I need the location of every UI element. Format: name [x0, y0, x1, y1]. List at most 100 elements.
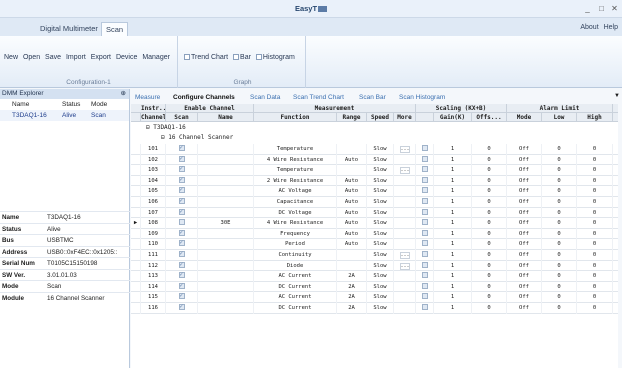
- scaling-checkbox[interactable]: [421, 208, 428, 215]
- export-button[interactable]: Export: [91, 54, 111, 61]
- more-options-button[interactable]: ...: [399, 146, 410, 153]
- bar-toggle[interactable]: Bar: [233, 54, 251, 61]
- more-cell: ...: [394, 250, 416, 261]
- cell-gain: 1: [434, 271, 472, 282]
- save-button[interactable]: Save: [45, 54, 61, 61]
- tab-measure[interactable]: Measure: [135, 94, 160, 101]
- scaling-checkbox[interactable]: [421, 240, 428, 247]
- cell-offset: 0: [472, 228, 507, 240]
- more-options-button[interactable]: ...: [399, 262, 410, 270]
- cell-range: Auto: [337, 154, 367, 166]
- device-row[interactable]: T3DAQ1-16 Alive Scan: [0, 110, 129, 121]
- more-options-button[interactable]: ...: [399, 167, 410, 175]
- scaling-checkbox[interactable]: [421, 261, 428, 268]
- maximize-button[interactable]: □: [596, 3, 607, 14]
- scan-checkbox[interactable]: [178, 197, 185, 207]
- scan-checkbox[interactable]: [178, 208, 185, 217]
- tab-scan-data[interactable]: Scan Data: [250, 94, 280, 101]
- table-row[interactable]: 103TemperatureSlow...10Off00: [131, 165, 618, 176]
- scaling-checkbox[interactable]: [421, 145, 428, 151]
- help-link[interactable]: Help: [604, 24, 618, 31]
- pin-icon[interactable]: ⊕: [121, 89, 126, 99]
- scan-checkbox[interactable]: [178, 292, 185, 302]
- scan-checkbox[interactable]: [178, 271, 185, 281]
- scaling-checkbox[interactable]: [421, 166, 428, 173]
- about-link[interactable]: About: [580, 24, 598, 31]
- new-button[interactable]: New: [4, 54, 18, 61]
- property-row: Module 16 Channel Scanner: [0, 291, 130, 304]
- histogram-toggle[interactable]: Histogram: [255, 54, 295, 61]
- table-row[interactable]: 105AC VoltageAutoSlow10Off00: [131, 186, 618, 197]
- cell-low: 0: [542, 144, 577, 155]
- scan-checkbox[interactable]: [178, 229, 185, 238]
- table-row[interactable]: 101TemperatureSlow...10Off00: [131, 144, 618, 155]
- scan-checkbox[interactable]: [178, 303, 185, 313]
- table-row[interactable]: 1024 Wire ResistanceAutoSlow10Off00: [131, 154, 618, 166]
- cell-fn: Capacitance: [254, 197, 337, 208]
- scan-checkbox[interactable]: [178, 239, 185, 249]
- tab-digital-multimeter[interactable]: Digital Multimeter: [36, 22, 102, 36]
- scan-checkbox-cell: [166, 260, 198, 272]
- table-row[interactable]: 110PeriodAutoSlow10Off00: [131, 239, 618, 250]
- tab-scan-trend-chart[interactable]: Scan Trend Chart: [293, 94, 344, 101]
- tab-scan-histogram[interactable]: Scan Histogram: [399, 94, 445, 101]
- open-button[interactable]: Open: [23, 54, 40, 61]
- cell-name: [198, 175, 254, 187]
- tree-scanner-node[interactable]: ⊟ 16 Channel Scanner: [161, 133, 233, 143]
- scaling-checkbox[interactable]: [421, 282, 428, 289]
- trend-chart-toggle[interactable]: Trend Chart: [184, 54, 228, 61]
- cell-range: Auto: [337, 239, 367, 250]
- scan-checkbox[interactable]: [178, 186, 185, 196]
- more-options-button[interactable]: ...: [399, 252, 410, 259]
- scan-checkbox[interactable]: [178, 250, 185, 260]
- scaling-checkbox[interactable]: [421, 304, 428, 310]
- table-row[interactable]: 1042 Wire ResistanceAutoSlow10Off00: [131, 175, 618, 187]
- row-pointer: [131, 197, 141, 208]
- tab-scan[interactable]: Scan: [101, 22, 129, 36]
- tab-configure-channels[interactable]: Configure Channels: [173, 94, 235, 101]
- device-button[interactable]: Device: [116, 54, 137, 61]
- table-row[interactable]: 106CapacitanceAutoSlow10Off00: [131, 197, 618, 208]
- scaling-checkbox[interactable]: [421, 155, 428, 162]
- scaling-checkbox[interactable]: [421, 176, 428, 183]
- import-button[interactable]: Import: [66, 54, 86, 61]
- cell-offset: 0: [472, 154, 507, 166]
- scan-checkbox[interactable]: [178, 144, 185, 154]
- table-row[interactable]: 109FrequencyAutoSlow10Off00: [131, 228, 618, 240]
- minimize-button[interactable]: _: [582, 3, 593, 14]
- manager-button[interactable]: Manager: [142, 54, 170, 61]
- trend-chart-checkbox[interactable]: [184, 54, 190, 60]
- table-row[interactable]: 114DC Current2ASlow10Off00: [131, 281, 618, 293]
- table-row[interactable]: 116DC Current2ASlow10Off00: [131, 303, 618, 314]
- tab-scan-bar[interactable]: Scan Bar: [359, 94, 386, 101]
- scaling-checkbox[interactable]: [421, 198, 428, 204]
- scaling-checkbox[interactable]: [421, 251, 428, 257]
- tab-overflow-icon[interactable]: ▼: [614, 93, 620, 99]
- scaling-checkbox[interactable]: [421, 272, 428, 279]
- table-row[interactable]: 107DC VoltageAutoSlow10Off00: [131, 207, 618, 219]
- scaling-checkbox-cell: [416, 154, 434, 166]
- scan-checkbox[interactable]: [178, 155, 185, 164]
- histogram-checkbox[interactable]: [255, 54, 262, 60]
- cell-offset: 0: [472, 303, 507, 314]
- scan-checkbox[interactable]: [178, 165, 185, 175]
- cell-fn: AC Voltage: [254, 186, 337, 197]
- tree-root-node[interactable]: ⊟ T3DAQ1-16: [146, 123, 186, 133]
- table-row[interactable]: 115AC Current2ASlow10Off00: [131, 292, 618, 303]
- table-row[interactable]: 113AC Current2ASlow10Off00: [131, 271, 618, 282]
- scaling-checkbox[interactable]: [421, 187, 428, 194]
- scaling-checkbox[interactable]: [421, 219, 428, 226]
- scaling-checkbox[interactable]: [421, 293, 428, 300]
- bar-checkbox[interactable]: [233, 54, 240, 60]
- table-row[interactable]: 111ContinuitySlow...10Off00: [131, 250, 618, 261]
- table-row[interactable]: 112DiodeSlow...10Off00: [131, 260, 618, 272]
- scaling-checkbox[interactable]: [421, 229, 428, 236]
- table-row[interactable]: ▶ 108 30E 4 Wire Resistance Auto Slow 1 0 Off 0 0: [131, 218, 618, 229]
- close-button[interactable]: ✕: [609, 3, 620, 14]
- scan-checkbox[interactable]: [178, 282, 185, 291]
- scan-checkbox[interactable]: [178, 176, 185, 185]
- scan-checkbox[interactable]: [178, 219, 185, 226]
- cell-name: [198, 260, 254, 272]
- more-cell: [394, 186, 416, 197]
- scan-checkbox[interactable]: [178, 261, 185, 270]
